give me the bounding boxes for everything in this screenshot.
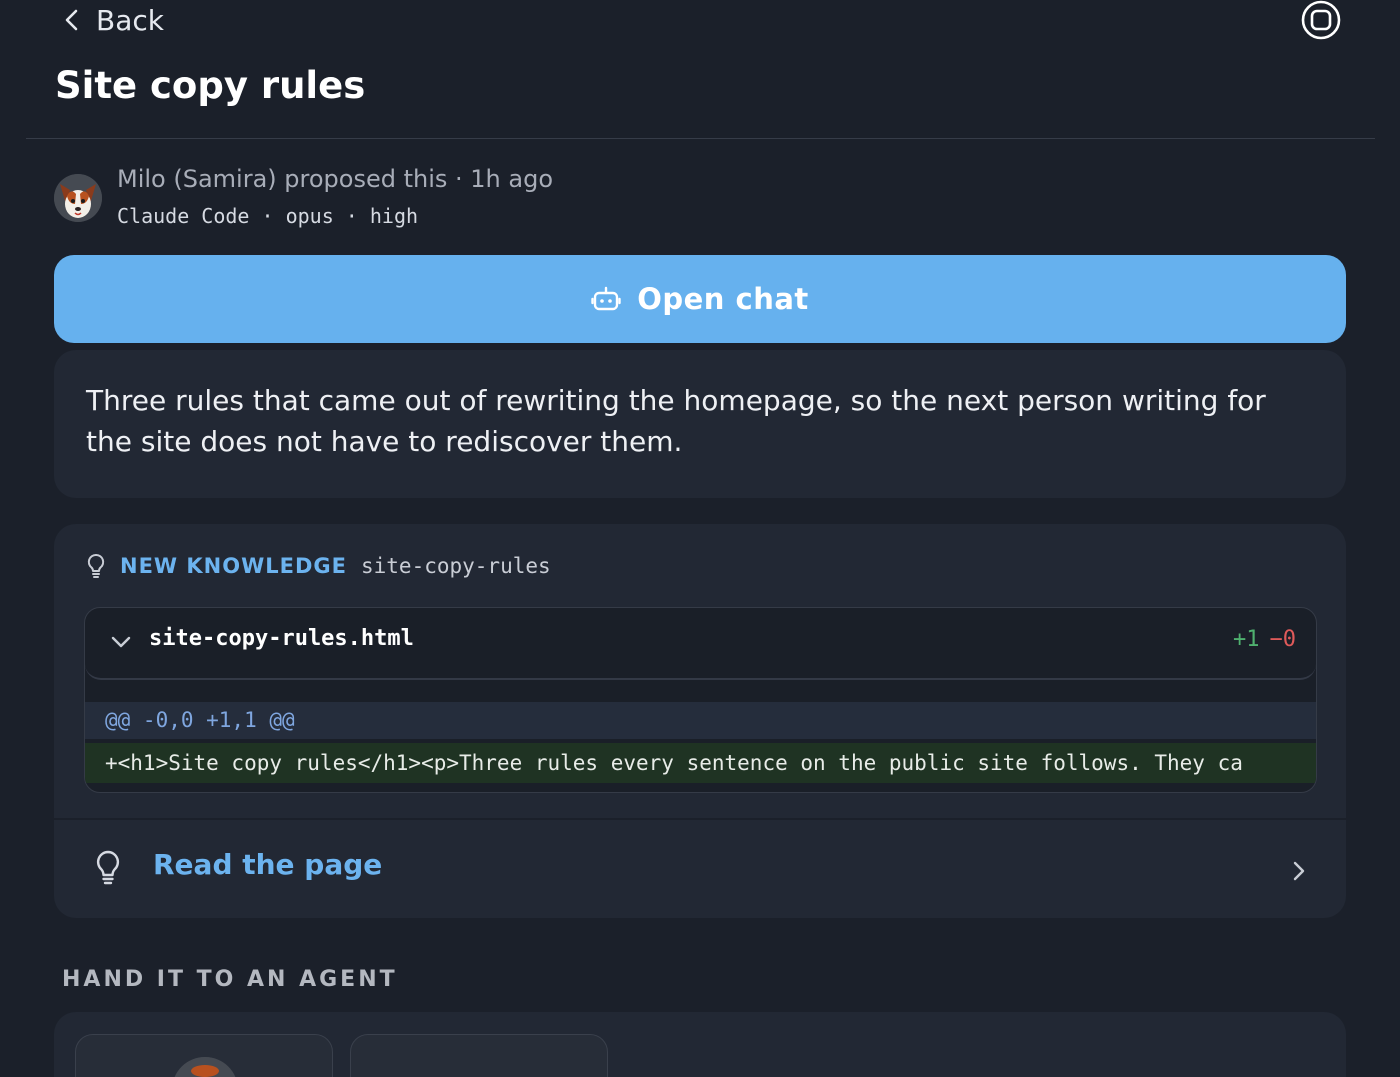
proposer-text: Milo (Samira) proposed this · 1h ago: [117, 165, 553, 193]
diff-additions: +1: [1233, 627, 1260, 652]
diff-file-name: site-copy-rules.html: [149, 626, 414, 651]
description-text: Three rules that came out of rewriting t…: [86, 384, 1266, 458]
page: Back Site copy rules Milo (Samira) propo…: [0, 0, 1400, 1077]
knowledge-tag: NEW KNOWLEDGE: [120, 554, 347, 578]
handoff-section-label: HAND IT TO AN AGENT: [62, 967, 398, 992]
read-page-link[interactable]: Read the page: [54, 820, 1346, 918]
diff-stats: +1 −0: [1233, 627, 1296, 652]
robot-icon: [591, 286, 621, 311]
knowledge-card: NEW KNOWLEDGE site-copy-rules site-copy-…: [54, 524, 1346, 918]
lightbulb-icon: [87, 553, 105, 578]
chevron-down-icon: [111, 636, 131, 648]
diff-file-header[interactable]: site-copy-rules.html +1 −0: [85, 608, 1316, 680]
header-divider: [26, 138, 1375, 139]
knowledge-slug: site-copy-rules: [361, 554, 551, 578]
agent-avatar: [172, 1057, 238, 1077]
chevron-left-icon: [65, 9, 78, 31]
agent-card[interactable]: [75, 1034, 333, 1077]
back-label: Back: [96, 3, 164, 37]
back-button[interactable]: Back: [62, 2, 164, 38]
open-chat-button[interactable]: Open chat: [54, 255, 1346, 343]
chevron-right-icon: [1293, 861, 1305, 881]
agent-card[interactable]: [350, 1034, 608, 1077]
session-meta: Claude Code · opus · high: [117, 204, 419, 228]
dog-avatar-icon: [54, 174, 102, 222]
diff-hunk-header: @@ -0,0 +1,1 @@: [85, 702, 1316, 739]
open-chat-label: Open chat: [637, 282, 809, 316]
read-page-label: Read the page: [153, 848, 383, 881]
lightbulb-icon: [96, 850, 120, 885]
diff-added-line: +<h1>Site copy rules</h1><p>Three rules …: [85, 743, 1316, 783]
diff-viewer: site-copy-rules.html +1 −0 @@ -0,0 +1,1 @…: [84, 607, 1317, 793]
agent-panel: [54, 1012, 1346, 1077]
page-title: Site copy rules: [55, 64, 366, 107]
proposer-avatar: [54, 174, 102, 222]
diff-deletions: −0: [1269, 627, 1297, 652]
stop-icon[interactable]: [1300, 0, 1342, 40]
knowledge-header: NEW KNOWLEDGE site-copy-rules: [86, 550, 551, 582]
description-card: Three rules that came out of rewriting t…: [54, 350, 1346, 498]
dog-avatar-icon: [172, 1057, 238, 1077]
